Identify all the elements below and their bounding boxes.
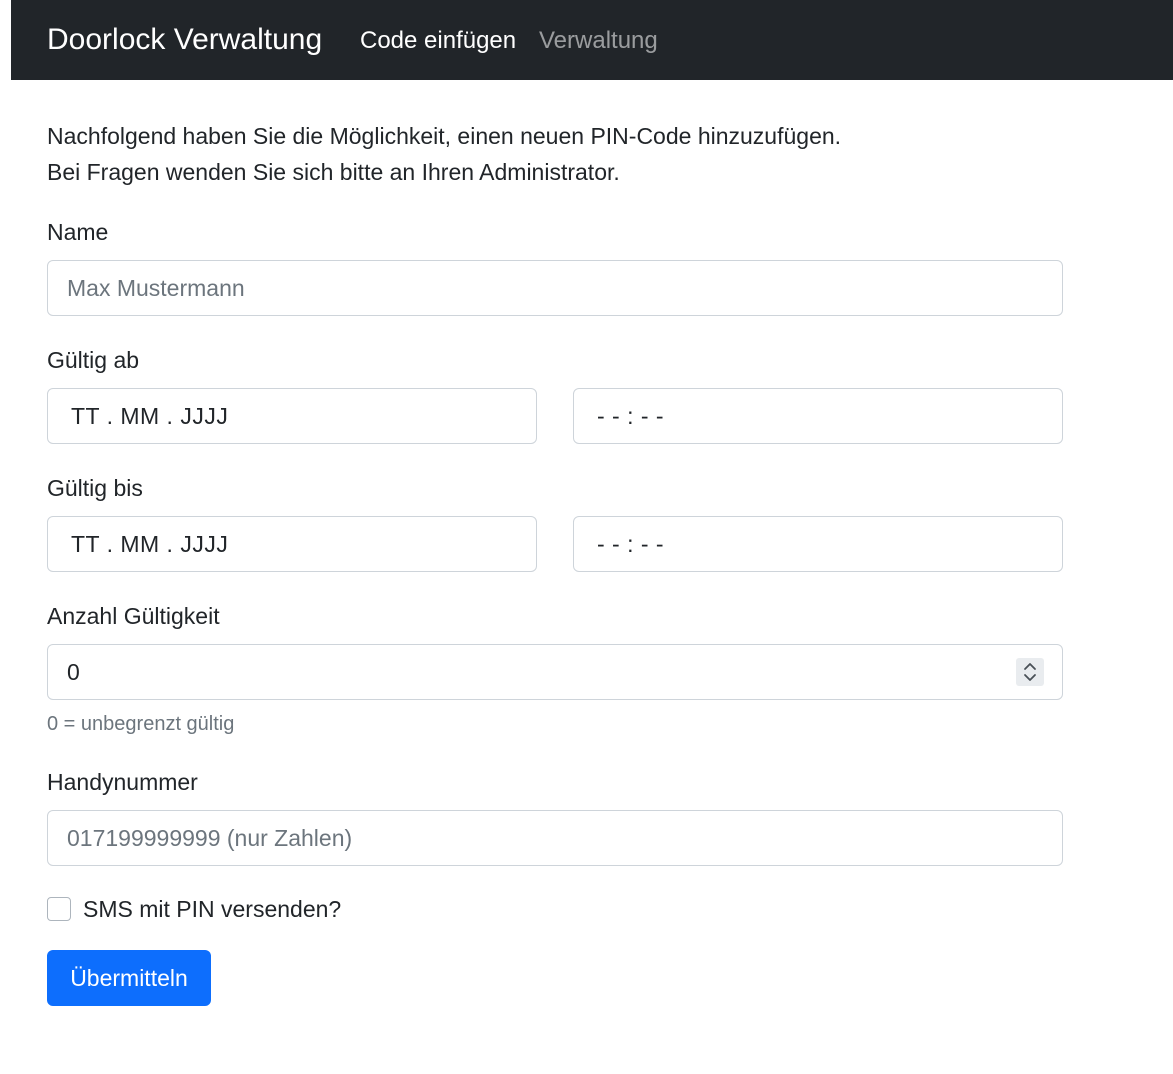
name-label: Name	[47, 219, 109, 245]
count-label: Anzahl Gültigkeit	[47, 603, 220, 629]
valid-to-date-mask: TT . MM . JJJJ	[71, 530, 229, 557]
submit-button[interactable]: Übermitteln	[47, 950, 211, 1006]
name-placeholder: Max Mustermann	[67, 274, 245, 301]
number-spinner[interactable]	[1016, 658, 1044, 686]
sms-checkbox-label[interactable]: SMS mit PIN versenden?	[83, 895, 341, 923]
valid-from-date-input[interactable]: TT . MM . JJJJ	[47, 388, 537, 444]
valid-to-time-input[interactable]: - - : - -	[573, 516, 1063, 572]
nav-link-code-einfuegen[interactable]: Code einfügen	[360, 27, 516, 55]
name-input[interactable]: Max Mustermann	[47, 260, 1063, 316]
valid-to-date-input[interactable]: TT . MM . JJJJ	[47, 516, 537, 572]
valid-from-date-mask: TT . MM . JJJJ	[71, 402, 229, 429]
sms-checkbox-row: SMS mit PIN versenden?	[47, 895, 341, 923]
count-value: 0	[67, 658, 80, 685]
valid-from-time-mask: - - : - -	[597, 402, 665, 429]
intro-line-2: Bei Fragen wenden Sie sich bitte an Ihre…	[47, 159, 620, 185]
count-help-text: 0 = unbegrenzt gültig	[47, 713, 235, 735]
intro-line-1: Nachfolgend haben Sie die Möglichkeit, e…	[47, 123, 842, 149]
phone-placeholder: 017199999999 (nur Zahlen)	[67, 824, 353, 851]
valid-from-time-input[interactable]: - - : - -	[573, 388, 1063, 444]
valid-to-time-mask: - - : - -	[597, 530, 665, 557]
phone-label: Handynummer	[47, 769, 198, 795]
navbar-brand[interactable]: Doorlock Verwaltung	[47, 22, 322, 58]
count-number-input[interactable]: 0	[47, 644, 1063, 700]
spinner-arrows-icon	[1024, 663, 1036, 681]
sms-checkbox[interactable]	[47, 897, 71, 921]
valid-from-label: Gültig ab	[47, 347, 140, 373]
nav-link-verwaltung[interactable]: Verwaltung	[539, 27, 658, 55]
navbar: Doorlock Verwaltung Code einfügen Verwal…	[11, 0, 1173, 80]
intro-text: Nachfolgend haben Sie die Möglichkeit, e…	[47, 118, 1097, 190]
phone-input[interactable]: 017199999999 (nur Zahlen)	[47, 810, 1063, 866]
valid-to-label: Gültig bis	[47, 475, 143, 501]
